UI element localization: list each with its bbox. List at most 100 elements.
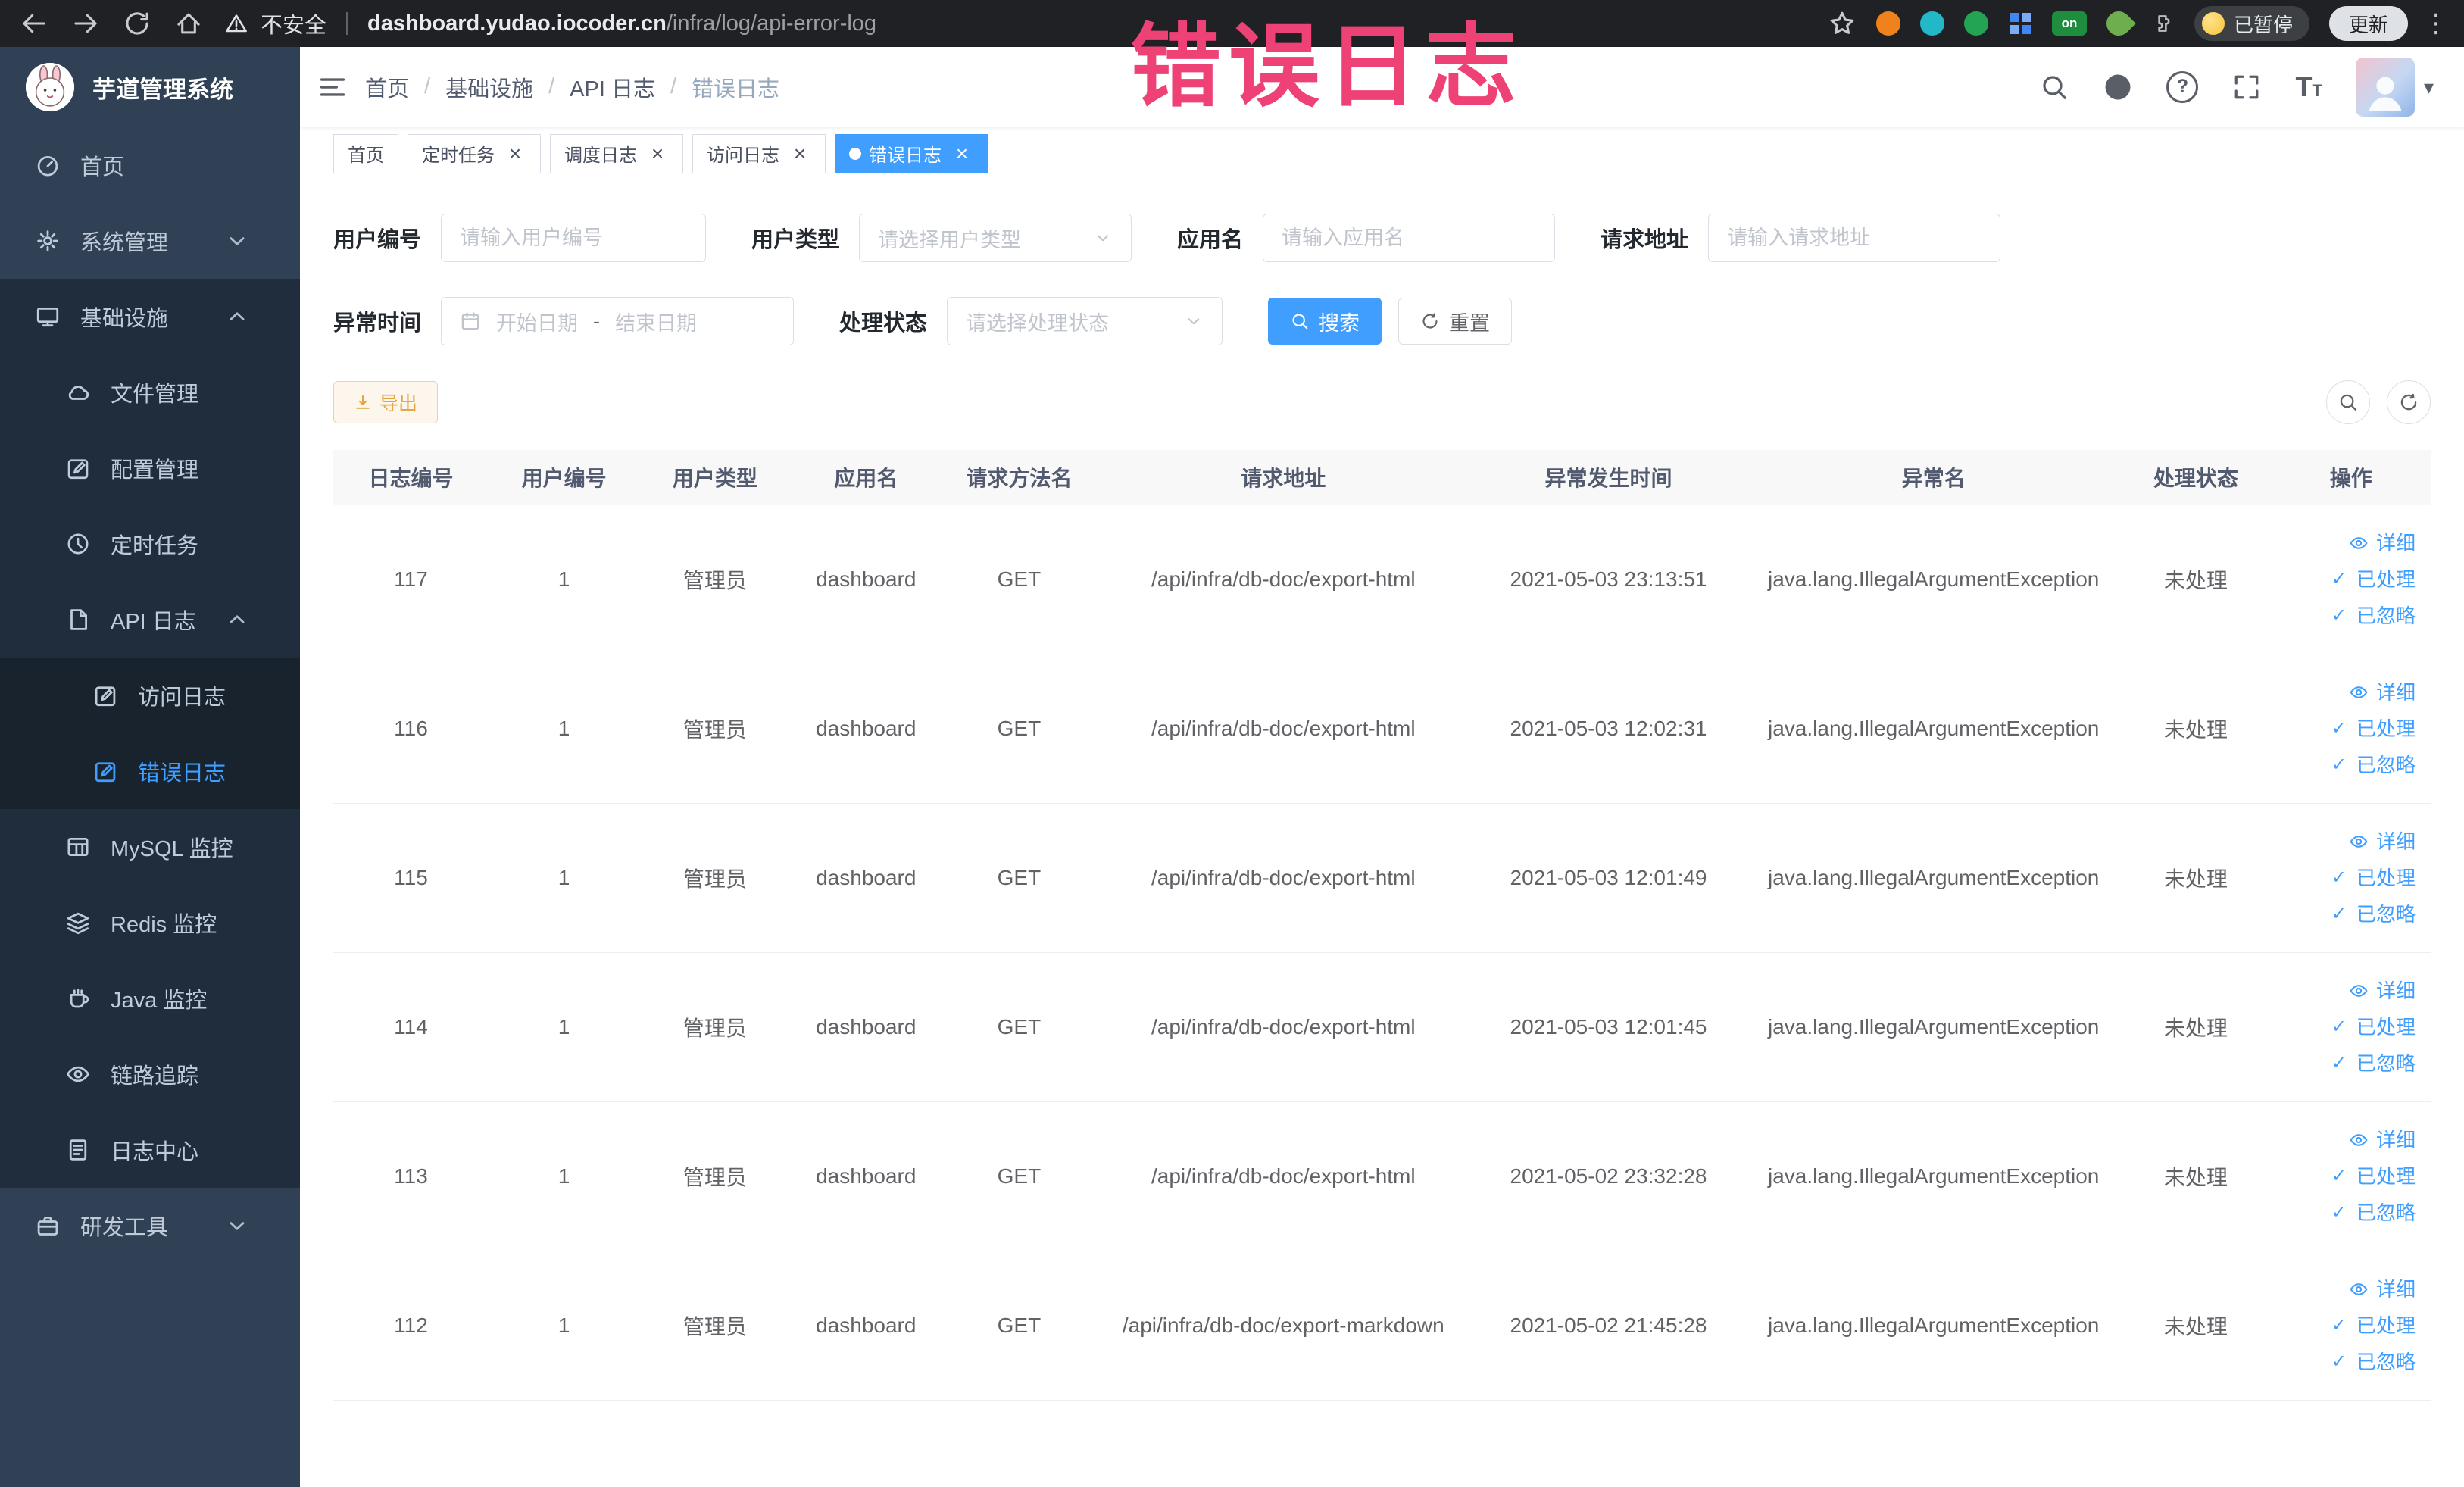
- search-button[interactable]: 搜索: [1268, 298, 1382, 345]
- address-bar[interactable]: 不安全 dashboard.yudao.iocoder.cn/infra/log…: [224, 8, 876, 39]
- action-detail[interactable]: 详细: [2281, 1122, 2416, 1158]
- cell-user_type: 管理员: [639, 1251, 791, 1401]
- table-row-114: 114 1 管理员 dashboard GET/api/infra/db-doc/exp…: [333, 952, 2431, 1102]
- cell-id: 113: [333, 1101, 489, 1251]
- help-icon[interactable]: ?: [2166, 70, 2199, 103]
- extension-icon-4[interactable]: [2007, 11, 2032, 36]
- tab-close-icon[interactable]: ×: [789, 142, 811, 165]
- cell-user_type: 管理员: [639, 952, 791, 1102]
- user-type-select[interactable]: 请选择用户类型: [859, 214, 1132, 262]
- action-ignored[interactable]: ✓ 已忽略: [2281, 1344, 2416, 1380]
- extension-icon-2[interactable]: [1919, 11, 1944, 36]
- action-processed[interactable]: ✓ 已处理: [2281, 860, 2416, 896]
- tab-home[interactable]: 首页: [333, 133, 398, 173]
- bookmark-star-icon[interactable]: [1828, 9, 1857, 38]
- breadcrumb-item[interactable]: API 日志: [570, 71, 655, 103]
- github-icon[interactable]: [2103, 72, 2133, 102]
- font-size-icon[interactable]: TT: [2295, 73, 2322, 101]
- sidebar-item-label: 配置管理: [111, 458, 199, 483]
- extension-on-badge[interactable]: on: [2051, 11, 2087, 36]
- export-button[interactable]: 导出: [333, 381, 439, 423]
- tab-error-log[interactable]: 错误日志 ×: [835, 133, 988, 173]
- refresh-icon: [2398, 392, 2419, 413]
- sidebar-item-tracer[interactable]: 链路追踪: [0, 1036, 300, 1112]
- sidebar-item-label: 系统管理: [80, 231, 169, 255]
- tab-job-log[interactable]: 调度日志 ×: [550, 133, 683, 173]
- action-detail[interactable]: 详细: [2281, 1271, 2416, 1307]
- sidebar-item-home[interactable]: 首页: [0, 127, 300, 203]
- sidebar-item-error-log[interactable]: 错误日志: [0, 733, 300, 809]
- sidebar-item-file[interactable]: 文件管理: [0, 355, 300, 430]
- sidebar-item-log-center[interactable]: 日志中心: [0, 1112, 300, 1188]
- eye-icon: [2349, 1130, 2369, 1150]
- cell-id: 117: [333, 505, 489, 654]
- sidebar-item-access-log[interactable]: 访问日志: [0, 658, 300, 733]
- sidebar-toggle-button[interactable]: [300, 47, 365, 127]
- tab-close-icon[interactable]: ×: [504, 142, 526, 165]
- cell-method: GET: [941, 654, 1097, 804]
- exception-time-range[interactable]: 开始日期 - 结束日期: [441, 297, 795, 345]
- sidebar-item-infra[interactable]: 基础设施: [0, 279, 300, 355]
- user-avatar[interactable]: [2355, 57, 2415, 117]
- sidebar-item-config[interactable]: 配置管理: [0, 430, 300, 506]
- extension-icon-1[interactable]: [1875, 11, 1900, 36]
- action-ignored[interactable]: ✓ 已忽略: [2281, 747, 2416, 783]
- sidebar-item-mysql[interactable]: MySQL 监控: [0, 809, 300, 885]
- extension-icon-5[interactable]: [2101, 6, 2136, 41]
- sidebar-item-system[interactable]: 系统管理: [0, 203, 300, 279]
- reset-button[interactable]: 重置: [1398, 298, 1513, 345]
- action-ignored[interactable]: ✓ 已忽略: [2281, 1195, 2416, 1231]
- sidebar-item-redis[interactable]: Redis 监控: [0, 885, 300, 961]
- breadcrumb-item[interactable]: 首页: [365, 71, 409, 103]
- action-detail[interactable]: 详细: [2281, 525, 2416, 561]
- back-icon[interactable]: [20, 9, 48, 38]
- action-ignored[interactable]: ✓ 已忽略: [2281, 896, 2416, 932]
- user-menu[interactable]: ▾: [2355, 57, 2434, 117]
- sidebar-item-job[interactable]: 定时任务: [0, 506, 300, 582]
- home-icon[interactable]: [174, 9, 203, 38]
- action-processed[interactable]: ✓ 已处理: [2281, 1307, 2416, 1344]
- sidebar-item-java[interactable]: Java 监控: [0, 961, 300, 1036]
- action-detail[interactable]: 详细: [2281, 823, 2416, 860]
- breadcrumb-item[interactable]: 基础设施: [445, 71, 533, 103]
- table-refresh-button[interactable]: [2387, 380, 2431, 424]
- extension-icon-3[interactable]: [1963, 11, 1988, 36]
- cell-status: 未处理: [2120, 505, 2272, 654]
- url-text: dashboard.yudao.iocoder.cn/infra/log/api…: [367, 11, 876, 36]
- sidebar-item-dev-tools[interactable]: 研发工具: [0, 1188, 300, 1264]
- reload-icon[interactable]: [123, 9, 151, 38]
- request-url-input[interactable]: [1708, 214, 2001, 262]
- action-processed[interactable]: ✓ 已处理: [2281, 561, 2416, 598]
- action-label: 详细: [2375, 531, 2416, 555]
- tab-close-icon[interactable]: ×: [951, 142, 973, 165]
- check-icon: ✓: [2331, 1052, 2347, 1073]
- header-search-icon[interactable]: [2039, 72, 2069, 102]
- action-detail[interactable]: 详细: [2281, 674, 2416, 711]
- check-icon: ✓: [2331, 717, 2347, 739]
- menu-kebab-icon[interactable]: ⋮: [2423, 11, 2449, 36]
- cell-user_id: 1: [488, 505, 640, 654]
- tab-access-log[interactable]: 访问日志 ×: [692, 133, 826, 173]
- tab-job[interactable]: 定时任务 ×: [408, 133, 541, 173]
- user-id-input[interactable]: [441, 214, 707, 262]
- chevron-down-icon: [1093, 228, 1113, 248]
- paused-badge[interactable]: 已暂停: [2194, 6, 2309, 41]
- tab-close-icon[interactable]: ×: [646, 142, 669, 165]
- sidebar-item-api-log[interactable]: API 日志: [0, 582, 300, 658]
- grid-icon: [65, 834, 91, 860]
- extensions-icon[interactable]: [2150, 11, 2175, 36]
- action-processed[interactable]: ✓ 已处理: [2281, 1009, 2416, 1045]
- action-ignored[interactable]: ✓ 已忽略: [2281, 1045, 2416, 1082]
- process-status-select[interactable]: 请选择处理状态: [947, 297, 1223, 345]
- action-processed[interactable]: ✓ 已处理: [2281, 711, 2416, 747]
- app-name-input[interactable]: [1263, 214, 1556, 262]
- fullscreen-icon[interactable]: [2231, 72, 2262, 102]
- toggle-search-button[interactable]: [2326, 380, 2370, 424]
- forward-icon[interactable]: [71, 9, 100, 38]
- action-ignored[interactable]: ✓ 已忽略: [2281, 598, 2416, 634]
- action-detail[interactable]: 详细: [2281, 973, 2416, 1009]
- table-row-117: 117 1 管理员 dashboard GET/api/infra/db-doc/exp…: [333, 505, 2431, 654]
- app-logo[interactable]: 芋道管理系统: [0, 47, 300, 127]
- action-processed[interactable]: ✓ 已处理: [2281, 1158, 2416, 1195]
- update-button[interactable]: 更新: [2328, 6, 2408, 41]
